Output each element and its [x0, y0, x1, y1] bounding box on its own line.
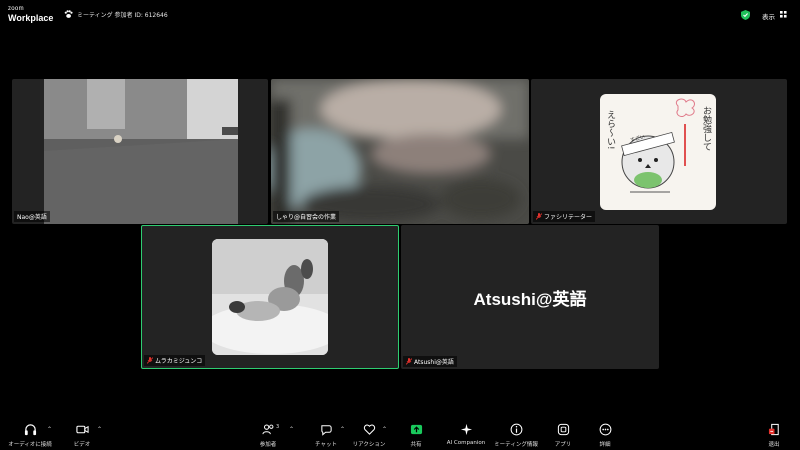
participant-display-name: Atsushi@英語	[473, 290, 587, 309]
share-screen-icon	[410, 424, 422, 435]
participants-icon	[261, 424, 273, 435]
participants-options-caret[interactable]: ⌃	[289, 426, 294, 433]
leave-label: 退出	[768, 442, 780, 448]
video-label: ビデオ	[73, 442, 91, 448]
participant-name-tag: ファシリテーター	[533, 211, 596, 222]
headphones-icon	[24, 424, 36, 436]
participant-name-tag: Nao@英語	[14, 211, 50, 222]
reactions-options-caret[interactable]: ⌃	[382, 426, 387, 433]
video-feed	[271, 79, 529, 224]
view-button-label[interactable]: 表示	[762, 11, 775, 21]
video-tile-murakami[interactable]: ムラカミジュンコ	[141, 225, 399, 369]
sticker-text-right: お勉強して	[701, 106, 711, 151]
ai-companion-button[interactable]: AI Companion	[438, 423, 494, 446]
participants-count: 3	[276, 424, 280, 430]
app-logo-main: Workplace	[8, 13, 54, 23]
participant-name: ファシリテーター	[544, 214, 593, 221]
video-camera-icon	[75, 425, 89, 434]
more-label: 詳細	[599, 442, 611, 448]
avatar-photo	[212, 239, 328, 355]
chat-label: チャット	[315, 442, 337, 448]
shield-icon[interactable]	[741, 10, 750, 20]
video-tile-shari[interactable]: しゃり@自習会の作業	[271, 79, 529, 224]
reactions-label: リアクション	[352, 442, 386, 448]
audio-label: オーディオに接続	[8, 442, 52, 448]
participant-name: Atsushi@英語	[414, 359, 454, 366]
audio-options-caret[interactable]: ⌃	[47, 426, 52, 433]
participant-name-tag: ムラカミジュンコ	[144, 355, 206, 366]
leave-door-icon	[768, 423, 779, 436]
participants-button[interactable]: 参加者	[240, 423, 296, 448]
heart-icon	[363, 424, 375, 435]
paw-icon	[64, 10, 73, 18]
participants-label: 参加者	[259, 442, 277, 448]
video-tile-atsushi[interactable]: Atsushi@英語 Atsushi@英語	[401, 225, 659, 369]
mic-muted-icon	[406, 358, 412, 365]
apps-icon	[557, 423, 569, 436]
leave-button[interactable]: 退出	[746, 423, 800, 448]
avatar	[212, 239, 328, 355]
apps-label: アプリ	[554, 442, 572, 448]
share-button[interactable]: 共有	[388, 423, 444, 448]
participant-name-tag: Atsushi@英語	[403, 356, 457, 367]
bird-sticker-illustration	[621, 98, 695, 193]
sparkle-icon	[460, 423, 472, 436]
more-dots-icon	[599, 423, 611, 436]
meeting-info-label: ミーティング情報	[494, 442, 538, 448]
video-feed	[44, 79, 238, 224]
participant-name-tag: しゃり@自習会の作業	[273, 211, 340, 222]
chat-icon	[320, 425, 332, 436]
more-button[interactable]: 詳細	[577, 423, 633, 448]
mic-muted-icon	[536, 213, 542, 220]
video-tile-facilitator[interactable]: お勉強して えら〜い! すごい ファシリテーター	[531, 79, 787, 224]
ai-companion-label: AI Companion	[446, 440, 486, 446]
info-icon	[510, 423, 522, 436]
app-logo-small: zoom	[8, 6, 24, 12]
participant-name: しゃり@自習会の作業	[276, 214, 337, 221]
meeting-info[interactable]: ミーティング 参加者 ID: 612646	[64, 10, 168, 19]
share-label: 共有	[410, 442, 422, 448]
video-tile-nao[interactable]: Nao@英語	[12, 79, 268, 224]
sticker-text-left: えら〜い!	[605, 110, 615, 150]
meeting-id-label: ミーティング 参加者 ID: 612646	[77, 12, 168, 19]
video-options-caret[interactable]: ⌃	[97, 426, 102, 433]
avatar: お勉強して えら〜い! すごい	[600, 94, 716, 210]
grid-view-icon[interactable]	[780, 11, 787, 18]
participant-name: Nao@英語	[17, 214, 47, 221]
participant-name: ムラカミジュンコ	[155, 358, 203, 365]
mic-muted-icon	[147, 357, 153, 364]
